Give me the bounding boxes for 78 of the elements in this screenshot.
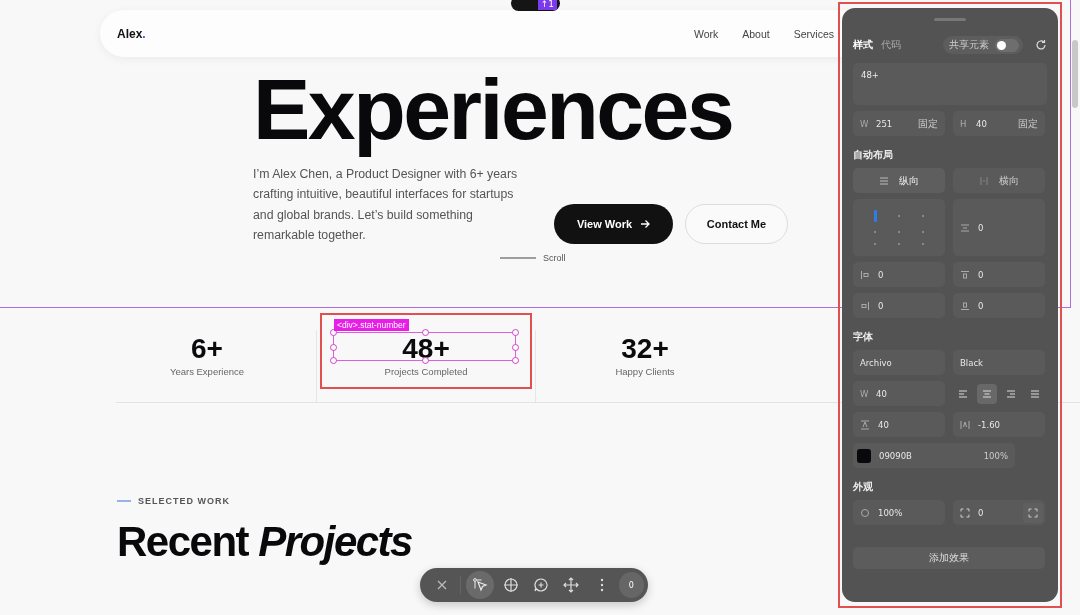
rows-icon [879,175,889,186]
radius-icon [960,507,970,518]
stat-number: 6+ [191,338,223,360]
direction-button[interactable]: 纵向 [853,168,945,193]
stat-label: Years Experience [169,366,245,377]
section-heading: Recent Projects [117,518,412,566]
align-left-icon [958,388,968,399]
drag-handle[interactable] [934,18,966,21]
resize-handle[interactable] [422,357,429,364]
element-tag: <div>.stat-number [334,319,409,331]
stat-number: 48+ [402,338,450,360]
input-field[interactable]: 100% [853,500,945,525]
nav-link[interactable]: Services [793,27,834,40]
letter-spacing-icon [960,419,970,430]
eyebrow-line [117,500,131,502]
scroll-line [500,257,536,260]
stat-label: Projects Completed [384,366,468,377]
color-swatch[interactable] [857,448,871,463]
share-toggle[interactable]: 共享元素 [943,36,1023,54]
padding-top-icon [960,269,970,280]
toggle-switch[interactable] [995,38,1019,52]
text-align-button[interactable] [977,383,997,404]
direction-button[interactable]: 横向 [953,168,1045,193]
scrollbar[interactable] [1072,40,1078,108]
align-justify-icon [1030,388,1040,399]
section-title: 自动布局 [853,148,894,162]
input-field[interactable]: 0 [853,262,945,287]
align-center-icon [982,388,992,399]
nav-link[interactable]: About [742,27,770,40]
nav-link[interactable]: Work [693,27,719,40]
move-icon [562,576,581,594]
section-title: 字体 [853,330,874,344]
toolbar-button[interactable] [466,571,494,599]
corners-button[interactable] [1023,502,1043,523]
input-field[interactable]: H 40 固定 [953,111,1045,136]
view-work-button[interactable]: View Work [554,204,673,244]
scroll-label: Scroll [543,253,566,264]
input-field[interactable]: W 40 [853,381,945,406]
more-icon [599,578,604,592]
padding-left-icon [860,269,870,280]
font-weight-field[interactable]: Black [953,350,1045,375]
input-field[interactable]: 0 [953,262,1045,287]
input-field[interactable]: 40 [853,412,945,437]
arrow-icon [640,219,651,229]
input-field[interactable]: W 251 固定 [853,111,945,136]
panel-tab[interactable]: 代码 [881,38,901,52]
eyebrow-label: SELECTED WORK [138,496,230,506]
contact-button[interactable]: Contact Me [685,204,788,244]
refresh-icon [1035,39,1047,51]
expand-icon [1028,507,1038,518]
count-badge: 0 [618,572,644,598]
count-badge: ↑1 [537,0,557,10]
input-field[interactable]: 0 [953,199,1045,256]
input-field[interactable]: 0 [953,500,1045,525]
input-field[interactable]: 0 [953,293,1045,318]
color-field[interactable]: 09090B 100% [853,443,1015,468]
stat-label: Happy Clients [615,366,675,377]
input-field[interactable]: 0 [853,293,945,318]
line-height-icon [860,419,870,430]
stat-number: 32+ [621,338,669,360]
panel-tab[interactable]: 样式 [853,38,873,52]
pointer-icon [471,576,490,594]
gap-icon [960,222,970,233]
comment-icon [531,576,550,594]
section-title: 外观 [853,480,874,494]
content-field[interactable]: 48+ [853,63,1047,105]
resize-handle[interactable] [512,329,519,336]
opacity-icon [860,507,870,518]
resize-handle[interactable] [422,329,429,336]
add-effect-button[interactable]: 添加效果 [853,547,1045,569]
logo[interactable]: Alex. [117,26,146,41]
font-family-field[interactable]: Archivo [853,350,945,375]
align-right-icon [1006,388,1016,399]
intro-text: I’m Alex Chen, a Product Designer with 6+ years crafting intuitive, beautiful interfaces for startups and global brands. Let’s build something remarkable together. [253,166,519,244]
padding-bottom-icon [960,300,970,311]
padding-right-icon [860,300,870,311]
input-field[interactable]: -1.60 [953,412,1045,437]
crosshair-icon [501,576,520,594]
